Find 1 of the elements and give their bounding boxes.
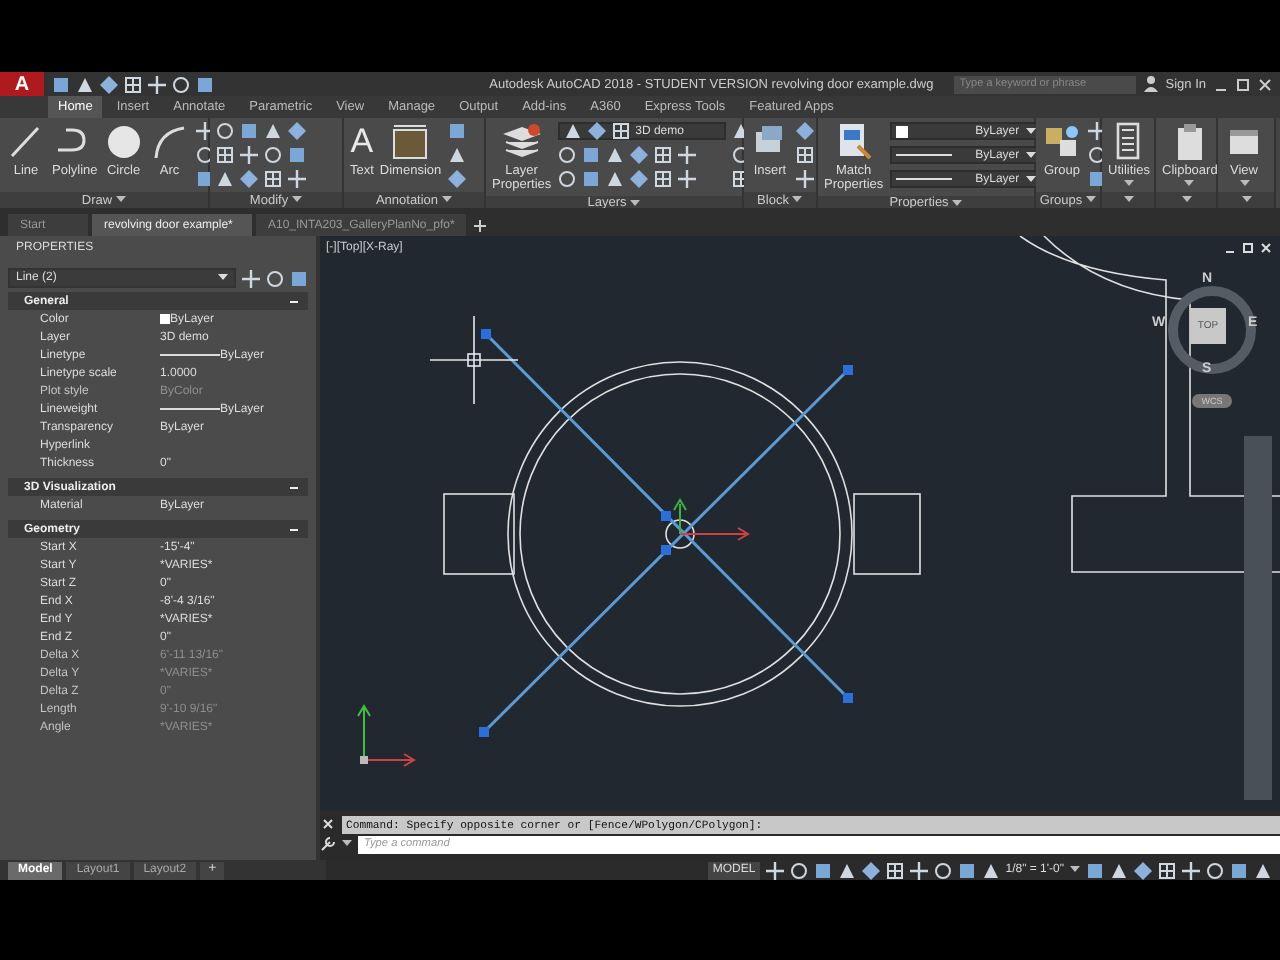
- text-tool-icon: A: [350, 122, 374, 162]
